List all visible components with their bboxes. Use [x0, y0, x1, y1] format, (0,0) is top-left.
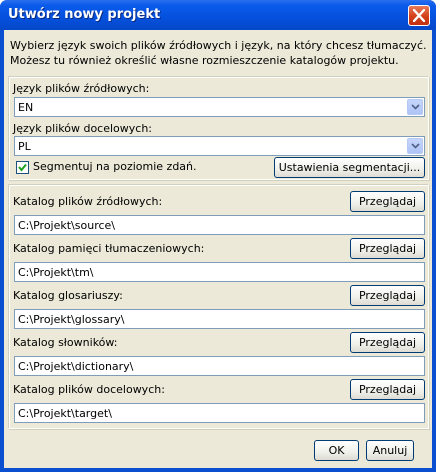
glossary-folder-field[interactable]: C:\Projekt\glossary\	[14, 309, 425, 329]
intro-line-2: Możesz tu również określić własne rozmie…	[10, 54, 399, 67]
dictionary-folder-path: C:\Projekt\dictionary\	[18, 360, 134, 373]
segmentation-settings-button[interactable]: Ustawienia segmentacji...	[274, 157, 425, 178]
target-language-combo[interactable]: PL	[14, 136, 425, 156]
chevron-down-icon[interactable]	[407, 99, 423, 115]
source-language-label: Język plików źródłowych:	[13, 82, 150, 95]
dialog-window: Utwórz nowy projekt Wybierz język swoich…	[0, 0, 436, 472]
source-folder-label: Katalog plików źródłowych:	[13, 195, 163, 208]
close-button[interactable]	[408, 5, 430, 26]
browse-target-button[interactable]: Przeglądaj	[350, 379, 425, 400]
intro-text: Wybierz język swoich plików źródłowych i…	[10, 38, 427, 68]
target-folder-label: Katalog plików docelowych:	[13, 383, 165, 396]
tm-folder-field[interactable]: C:\Projekt\tm\	[14, 262, 425, 282]
browse-glossary-button[interactable]: Przeglądaj	[350, 285, 425, 306]
browse-tm-button[interactable]: Przeglądaj	[350, 238, 425, 259]
dialog-title: Utwórz nowy projekt	[8, 7, 161, 22]
glossary-folder-label: Katalog glosariuszy:	[13, 289, 123, 302]
cancel-button[interactable]: Anuluj	[366, 440, 414, 461]
chevron-down-icon[interactable]	[407, 138, 423, 154]
target-folder-path: C:\Projekt\target\	[18, 407, 112, 420]
source-language-value: EN	[18, 101, 34, 114]
dictionary-folder-field[interactable]: C:\Projekt\dictionary\	[14, 356, 425, 376]
tm-folder-path: C:\Projekt\tm\	[18, 266, 94, 279]
glossary-folder-path: C:\Projekt\glossary\	[18, 313, 125, 326]
window-bottom-border	[0, 468, 436, 472]
target-language-value: PL	[18, 140, 31, 153]
dialog-client-area: Wybierz język swoich plików źródłowych i…	[4, 30, 432, 468]
segment-checkbox[interactable]	[16, 161, 29, 174]
source-folder-path: C:\Projekt\source\	[18, 219, 115, 232]
browse-dictionary-button[interactable]: Przeglądaj	[350, 332, 425, 353]
segment-checkbox-label[interactable]: Segmentuj na poziomie zdań.	[33, 160, 197, 173]
folders-group: Katalog plików źródłowych: Przeglądaj C:…	[8, 184, 429, 429]
target-language-label: Język plików docelowych:	[13, 122, 153, 135]
intro-line-1: Wybierz język swoich plików źródłowych i…	[10, 39, 427, 52]
language-group: Język plików źródłowych: EN Język plików…	[8, 76, 429, 180]
title-bar[interactable]: Utwórz nowy projekt	[0, 0, 436, 30]
source-language-combo[interactable]: EN	[14, 97, 425, 117]
source-folder-field[interactable]: C:\Projekt\source\	[14, 215, 425, 235]
tm-folder-label: Katalog pamięci tłumaczeniowych:	[13, 242, 205, 255]
browse-source-button[interactable]: Przeglądaj	[350, 191, 425, 212]
ok-button[interactable]: OK	[314, 440, 359, 461]
dictionary-folder-label: Katalog słowników:	[13, 336, 118, 349]
target-folder-field[interactable]: C:\Projekt\target\	[14, 403, 425, 423]
